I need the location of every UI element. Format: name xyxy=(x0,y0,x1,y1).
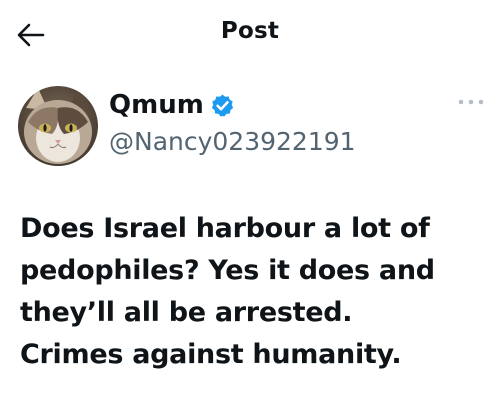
display-name: Qmum xyxy=(109,90,204,120)
author-handle[interactable]: @Nancy023922191 xyxy=(109,127,356,157)
cat-avatar-icon xyxy=(18,86,98,166)
post-author: Qmum @Nancy023922191 xyxy=(18,86,488,176)
more-options-button[interactable] xyxy=(453,90,489,114)
verified-badge-icon xyxy=(211,94,233,117)
avatar[interactable] xyxy=(18,86,98,166)
author-name-row[interactable]: Qmum xyxy=(109,90,235,120)
post-text: Does Israel harbour a lot of pedophiles?… xyxy=(20,213,435,370)
top-bar: Post xyxy=(0,0,500,70)
more-horizontal-icon xyxy=(458,99,484,105)
page-title: Post xyxy=(220,18,280,44)
